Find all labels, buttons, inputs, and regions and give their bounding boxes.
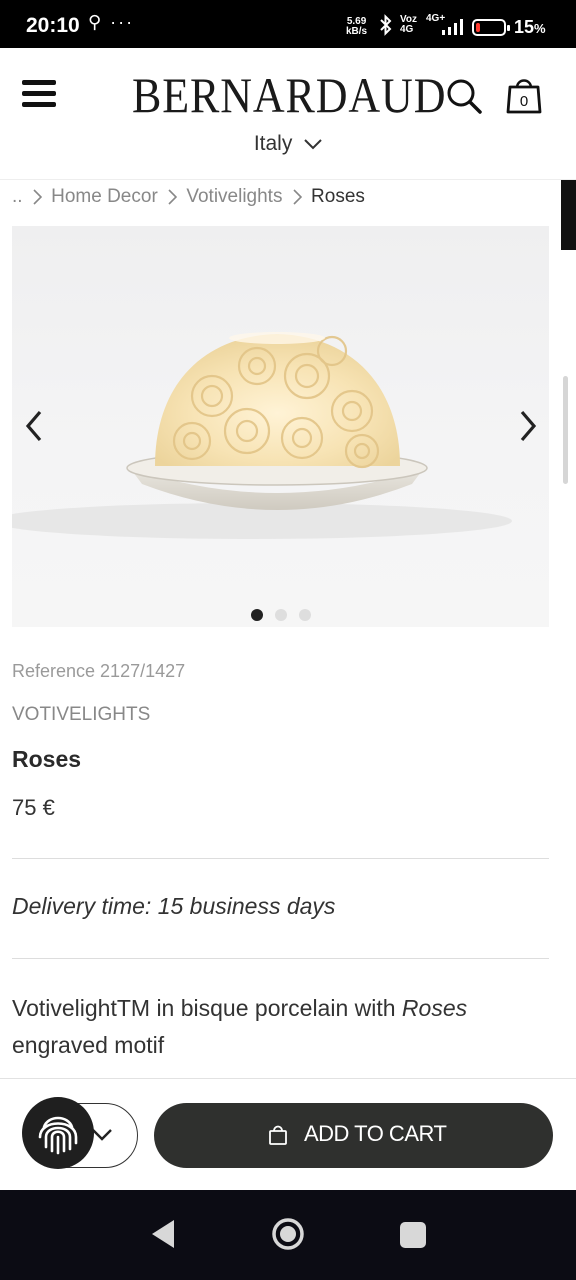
shopping-bag-icon (269, 1125, 287, 1145)
carousel-dots (12, 608, 549, 626)
product-price: 75 € (12, 795, 55, 820)
purchase-bar: ADD TO CART (0, 1078, 576, 1190)
chevron-right-icon (168, 189, 178, 205)
status-time: 20:10 (26, 14, 80, 37)
description-text: VotivelightTM in bisque porcelain with (12, 995, 402, 1021)
carousel-dot[interactable] (274, 609, 287, 621)
signal-icon (442, 19, 463, 35)
country-selector[interactable]: Italy (0, 132, 576, 156)
chevron-right-icon (293, 189, 302, 205)
product-image (12, 332, 512, 539)
chevron-right-icon[interactable] (512, 406, 542, 446)
add-to-cart-label: ADD TO CART (304, 1121, 447, 1146)
chevron-down-icon (92, 1129, 112, 1141)
network-speed: 5.69 kB/s (346, 17, 367, 37)
product-title: Roses (12, 746, 82, 772)
network-speed-unit: kB/s (346, 26, 368, 37)
chevron-left-icon[interactable] (20, 406, 50, 446)
notification-icons: ⚲ ··· (88, 12, 135, 32)
site-header: BERNARDAUD 0 Italy (0, 48, 576, 180)
chevron-right-icon (33, 189, 42, 205)
status-bar: 20:10 ⚲ ··· 5.69 kB/s Voz 4G 4G+ 15% (0, 0, 576, 48)
delivery-time: Delivery time: 15 business days (12, 893, 336, 919)
fingerprint-glyph (38, 1116, 78, 1155)
system-nav-bar (0, 1190, 576, 1280)
breadcrumb: .. Home Decor Votivelights Roses (12, 186, 365, 208)
back-icon[interactable] (150, 1218, 176, 1250)
home-icon[interactable] (270, 1216, 306, 1252)
volte-network: 4G (400, 24, 414, 35)
battery-percent-value: 15 (514, 17, 535, 37)
add-to-cart-button[interactable]: ADD TO CART (154, 1103, 553, 1168)
battery-level (476, 23, 480, 32)
breadcrumb-current: Roses (311, 186, 365, 207)
carousel-dot[interactable] (298, 609, 311, 621)
scrollbar-thumb[interactable] (563, 376, 568, 484)
search-icon[interactable] (444, 76, 484, 116)
chevron-down-icon (304, 139, 322, 150)
battery-percent: 15% (514, 17, 546, 38)
shopping-bag-icon: 0 (506, 79, 542, 114)
volte-indicator: Voz 4G (400, 15, 417, 35)
battery-percent-unit: % (534, 21, 546, 36)
divider (12, 958, 549, 959)
description-text-end: engraved motif (12, 1032, 165, 1058)
scroll-edge (561, 180, 576, 250)
country-label: Italy (253, 132, 293, 155)
battery-nub (507, 25, 510, 31)
battery-icon (472, 19, 510, 36)
bluetooth-icon (380, 14, 392, 36)
cart-count: 0 (520, 93, 528, 110)
description-emphasis: Roses (401, 995, 468, 1021)
fingerprint-icon[interactable] (22, 1097, 94, 1169)
breadcrumb-item-ellipsis[interactable]: .. (12, 186, 23, 207)
breadcrumb-item-home-decor[interactable]: Home Decor (51, 186, 158, 207)
recent-apps-icon[interactable] (400, 1222, 426, 1248)
product-image-carousel[interactable] (12, 226, 549, 627)
product-collection[interactable]: VOTIVELIGHTS (12, 704, 150, 726)
cart-button[interactable]: 0 (504, 74, 544, 116)
menu-button[interactable] (22, 78, 58, 110)
divider (12, 858, 549, 859)
product-description: VotivelightTM in bisque porcelain with R… (12, 990, 552, 1064)
product-reference: Reference 2127/1427 (12, 661, 186, 681)
carousel-dot[interactable] (250, 609, 263, 621)
breadcrumb-item-votivelights[interactable]: Votivelights (186, 186, 282, 207)
brand-logo[interactable]: BERNARDAUD (132, 66, 446, 124)
